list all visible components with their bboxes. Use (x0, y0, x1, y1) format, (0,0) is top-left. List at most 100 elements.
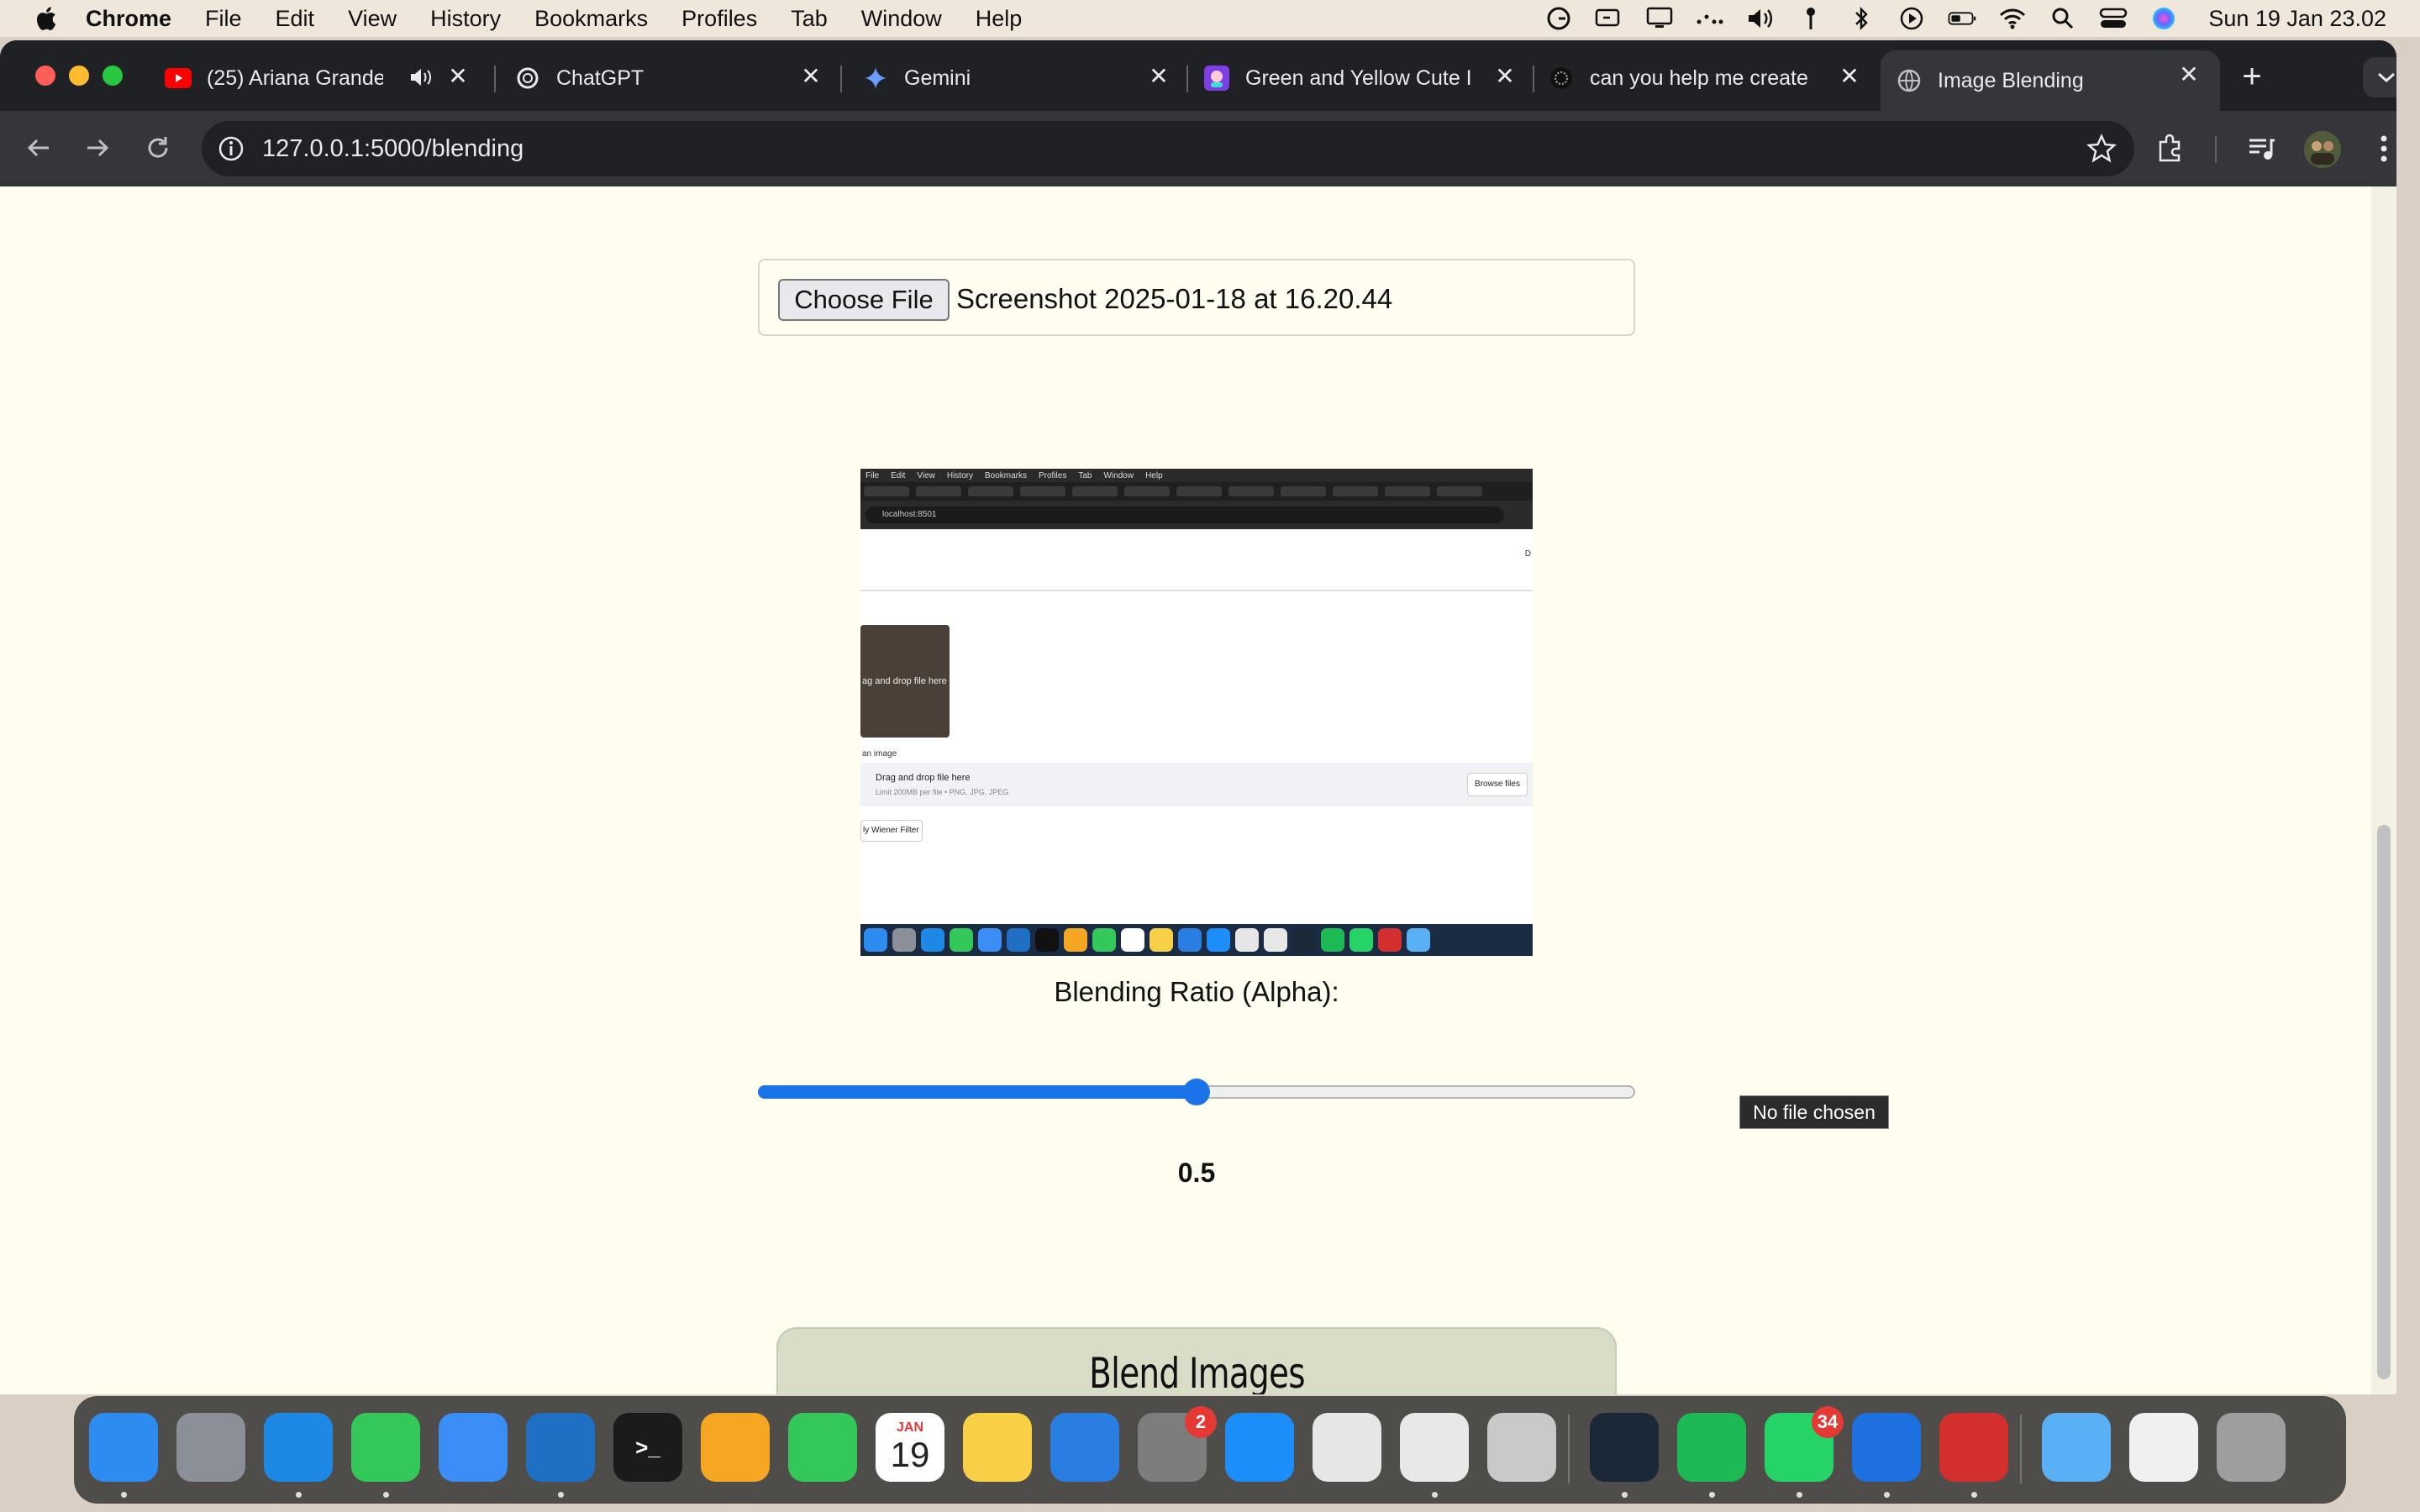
back-button[interactable] (20, 129, 57, 166)
preview-drop-label: ag and drop file here (862, 676, 947, 686)
apple-menu-icon[interactable] (34, 5, 57, 32)
notes-icon[interactable] (963, 1413, 1032, 1482)
xcode-icon[interactable] (1852, 1413, 1921, 1482)
iphone-mirroring-icon[interactable] (1487, 1413, 1556, 1482)
file-tooltip: No file chosen (1739, 1095, 1889, 1129)
extensions-icon[interactable] (2153, 131, 2188, 166)
preview-dock-icon (1407, 928, 1430, 952)
folder-icon[interactable] (2042, 1413, 2111, 1482)
menubar-clock[interactable]: Sun 19 Jan 23.02 (2208, 6, 2386, 32)
preview-dock-icon (1121, 928, 1144, 952)
close-tab-icon[interactable]: ✕ (445, 64, 471, 89)
chrome-menu-icon[interactable] (2366, 131, 2396, 166)
menu-bookmarks[interactable]: Bookmarks (534, 6, 648, 32)
menu-tab[interactable]: Tab (791, 6, 828, 32)
wifi-icon[interactable] (1998, 6, 2027, 31)
grammarly-icon[interactable] (1544, 6, 1573, 31)
menu-edit[interactable]: Edit (276, 6, 315, 32)
zoom-window-button[interactable] (103, 66, 123, 86)
preview-dock-icon (1064, 928, 1087, 952)
tab-youtube[interactable]: (25) Ariana Grande - ✕ (165, 52, 489, 104)
blend-images-button[interactable]: Blend Images (776, 1327, 1617, 1394)
preview-tab (1385, 486, 1430, 496)
minimize-window-button[interactable] (69, 66, 89, 86)
close-tab-icon[interactable]: ✕ (2176, 62, 2202, 87)
menu-window[interactable]: Window (861, 6, 942, 32)
forward-button[interactable] (79, 129, 116, 166)
terminal-icon[interactable]: >_ (613, 1413, 682, 1482)
close-tab-icon[interactable]: ✕ (1837, 64, 1862, 89)
trash-icon[interactable] (2217, 1413, 2286, 1482)
screen-mirroring-icon[interactable] (1595, 6, 1623, 31)
page-scrollbar[interactable] (2371, 186, 2396, 1394)
volume-icon[interactable] (1746, 6, 1775, 31)
reload-button[interactable] (139, 129, 176, 166)
menu-app-name[interactable]: Chrome (86, 6, 171, 32)
keynote-icon[interactable] (1050, 1413, 1119, 1482)
safari-icon[interactable] (264, 1413, 333, 1482)
new-tab-button[interactable]: + (2235, 60, 2269, 94)
menu-help[interactable]: Help (976, 6, 1023, 32)
spotify-icon[interactable] (1677, 1413, 1746, 1482)
preview-tab (1333, 486, 1378, 496)
finder-icon[interactable] (89, 1413, 158, 1482)
close-tab-icon[interactable]: ✕ (1492, 64, 1518, 89)
menu-file[interactable]: File (205, 6, 242, 32)
tab-perplexity[interactable]: can you help me create ✕ (1548, 52, 1881, 104)
preview-tab (1020, 486, 1065, 496)
menu-profiles[interactable]: Profiles (681, 6, 757, 32)
scrollbar-thumb[interactable] (2377, 825, 2391, 1379)
photo-booth-icon[interactable] (1939, 1413, 2008, 1482)
bluetooth-icon[interactable] (1847, 6, 1876, 31)
facetime-icon[interactable] (788, 1413, 857, 1482)
tab-image-blending[interactable]: Image Blending ✕ (1881, 50, 2220, 111)
choose-file-button[interactable]: Choose File (778, 279, 950, 321)
launchpad-icon[interactable] (176, 1413, 245, 1482)
app-store-icon[interactable] (1225, 1413, 1294, 1482)
photos-icon[interactable] (701, 1413, 770, 1482)
tab-chatgpt[interactable]: ChatGPT ✕ (514, 52, 842, 104)
tab-gemini[interactable]: Gemini ✕ (862, 52, 1190, 104)
bookmark-star-icon[interactable] (2086, 133, 2118, 165)
media-controls-icon[interactable] (2244, 131, 2279, 166)
vscode-icon[interactable] (526, 1413, 595, 1482)
close-window-button[interactable] (35, 66, 55, 86)
browser-toolbar: 127.0.0.1:5000/blending (0, 111, 2396, 186)
play-icon[interactable] (1897, 6, 1926, 31)
audio-playing-icon[interactable] (408, 66, 434, 95)
siri-icon[interactable] (2149, 6, 2178, 31)
close-tab-icon[interactable]: ✕ (1146, 64, 1171, 89)
control-center-icon[interactable] (2099, 6, 2128, 31)
tab-separator (494, 66, 496, 92)
screenshot-preview-icon[interactable] (2129, 1413, 2198, 1482)
profile-avatar[interactable] (2304, 131, 2341, 168)
roblox-icon[interactable] (1313, 1413, 1381, 1482)
messages-icon[interactable] (351, 1413, 420, 1482)
notification-badge: 2 (1185, 1406, 1217, 1438)
display-icon[interactable] (1645, 6, 1674, 31)
dots-icon[interactable] (1696, 6, 1724, 31)
tab-canva[interactable]: Green and Yellow Cute I ✕ (1203, 52, 1536, 104)
menu-history[interactable]: History (430, 6, 501, 32)
close-tab-icon[interactable]: ✕ (798, 64, 823, 89)
pin-icon[interactable] (1797, 6, 1825, 31)
url-text[interactable]: 127.0.0.1:5000/blending (262, 121, 523, 176)
chrome-icon[interactable] (1400, 1413, 1469, 1482)
file-input[interactable]: Choose File Screenshot 2025-01-18 at 16.… (758, 259, 1635, 336)
site-info-icon[interactable] (215, 133, 247, 165)
mail-icon[interactable] (439, 1413, 508, 1482)
preview-menu-item: Help (1145, 470, 1163, 480)
slider-thumb[interactable] (1183, 1079, 1210, 1105)
alpha-slider[interactable] (758, 1075, 1635, 1109)
tab-strip: (25) Ariana Grande - ✕ ChatGPT ✕ Gemini … (0, 40, 2396, 111)
tab-separator (840, 66, 842, 92)
steam-icon[interactable] (1590, 1413, 1659, 1482)
battery-icon[interactable] (1948, 6, 1976, 31)
menu-view[interactable]: View (348, 6, 397, 32)
address-bar[interactable]: 127.0.0.1:5000/blending (202, 121, 2134, 176)
calendar-icon[interactable]: JAN 19 (876, 1413, 944, 1482)
tab-search-button[interactable] (2363, 57, 2396, 97)
spotlight-icon[interactable] (2049, 6, 2077, 31)
running-indicator (1884, 1492, 1890, 1498)
preview-menu-item: View (917, 470, 935, 480)
